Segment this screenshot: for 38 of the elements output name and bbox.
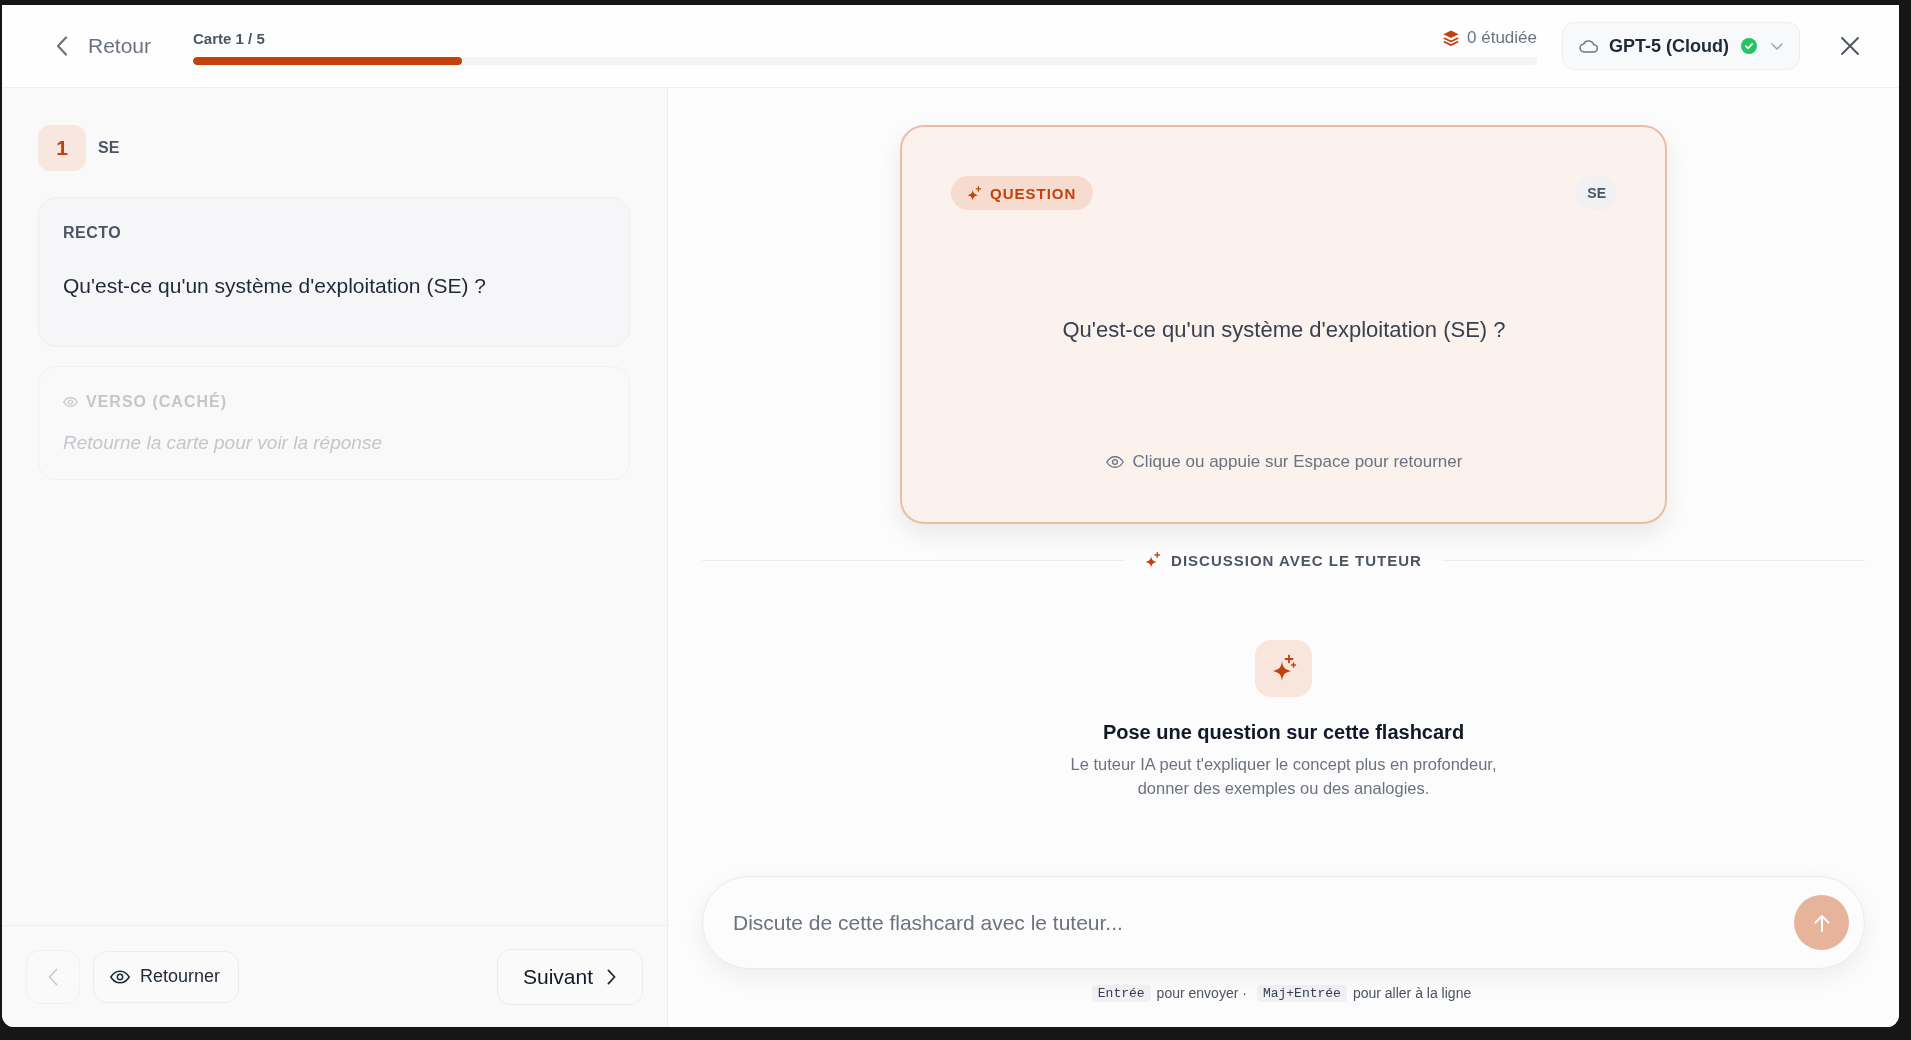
shortcut-key: Maj+Entrée xyxy=(1256,984,1347,1002)
eye-icon xyxy=(63,397,78,407)
flip-button[interactable]: Retourner xyxy=(93,950,240,1003)
chevron-right-icon xyxy=(607,968,616,985)
side-label: RECTO xyxy=(63,224,122,242)
section-title: DISCUSSION AVEC LE TUTEUR xyxy=(1171,551,1422,569)
sparkle-icon xyxy=(967,185,982,201)
eye-icon xyxy=(110,969,130,984)
chevron-left-icon xyxy=(48,967,58,986)
deck-label: SE xyxy=(98,139,120,157)
close-icon xyxy=(1840,36,1860,56)
eye-icon xyxy=(1105,456,1124,468)
progress-label: Carte 1 / 5 xyxy=(193,29,265,47)
chat-input[interactable]: Discute de cette flashcard avec le tuteur... xyxy=(702,876,1865,969)
shortcut-text: pour aller à la ligne xyxy=(1352,985,1472,1001)
flashcard-question: Qu'est-ce qu'un système d'exploitation (SE) ? xyxy=(1062,317,1506,343)
tag-text: QUESTION xyxy=(990,184,1077,202)
deck-tag: SE xyxy=(1576,176,1617,210)
next-button[interactable]: Suivant xyxy=(496,948,643,1005)
card-number-badge: 1 xyxy=(38,125,86,171)
sparkle-icon xyxy=(1255,640,1312,697)
model-selector[interactable]: GPT-5 (Cloud) xyxy=(1562,22,1800,70)
back-button[interactable]: Retour xyxy=(50,30,158,62)
empty-state-description: Le tuteur IA peut t'expliquer le concept plus en profondeur, donner des exemples ou des analogies. xyxy=(1069,754,1498,799)
close-button[interactable] xyxy=(1838,34,1862,58)
flashcard[interactable]: QUESTION SE Qu'est-ce qu'un système d'exploitation (SE) ? Clique ou appuie sur Espace pour retourner xyxy=(900,125,1667,524)
empty-state-title: Pose une question sur cette flashcard xyxy=(1102,720,1465,744)
chevron-down-icon xyxy=(1771,42,1783,50)
layers-icon xyxy=(1443,30,1460,46)
sparkle-icon xyxy=(1145,552,1162,568)
flip-hint: Clique ou appuie sur Espace pour retourner xyxy=(1132,452,1463,472)
side-text: Qu'est-ce qu'un système d'exploitation (SE) ? xyxy=(63,273,487,299)
chevron-left-icon xyxy=(56,36,68,56)
arrow-up-icon xyxy=(1813,913,1830,932)
studied-count: 0 étudiée xyxy=(1467,28,1537,48)
shortcut-key: Entrée xyxy=(1091,984,1151,1002)
shortcut-text: pour envoyer · xyxy=(1156,985,1247,1001)
cloud-icon xyxy=(1579,39,1599,53)
